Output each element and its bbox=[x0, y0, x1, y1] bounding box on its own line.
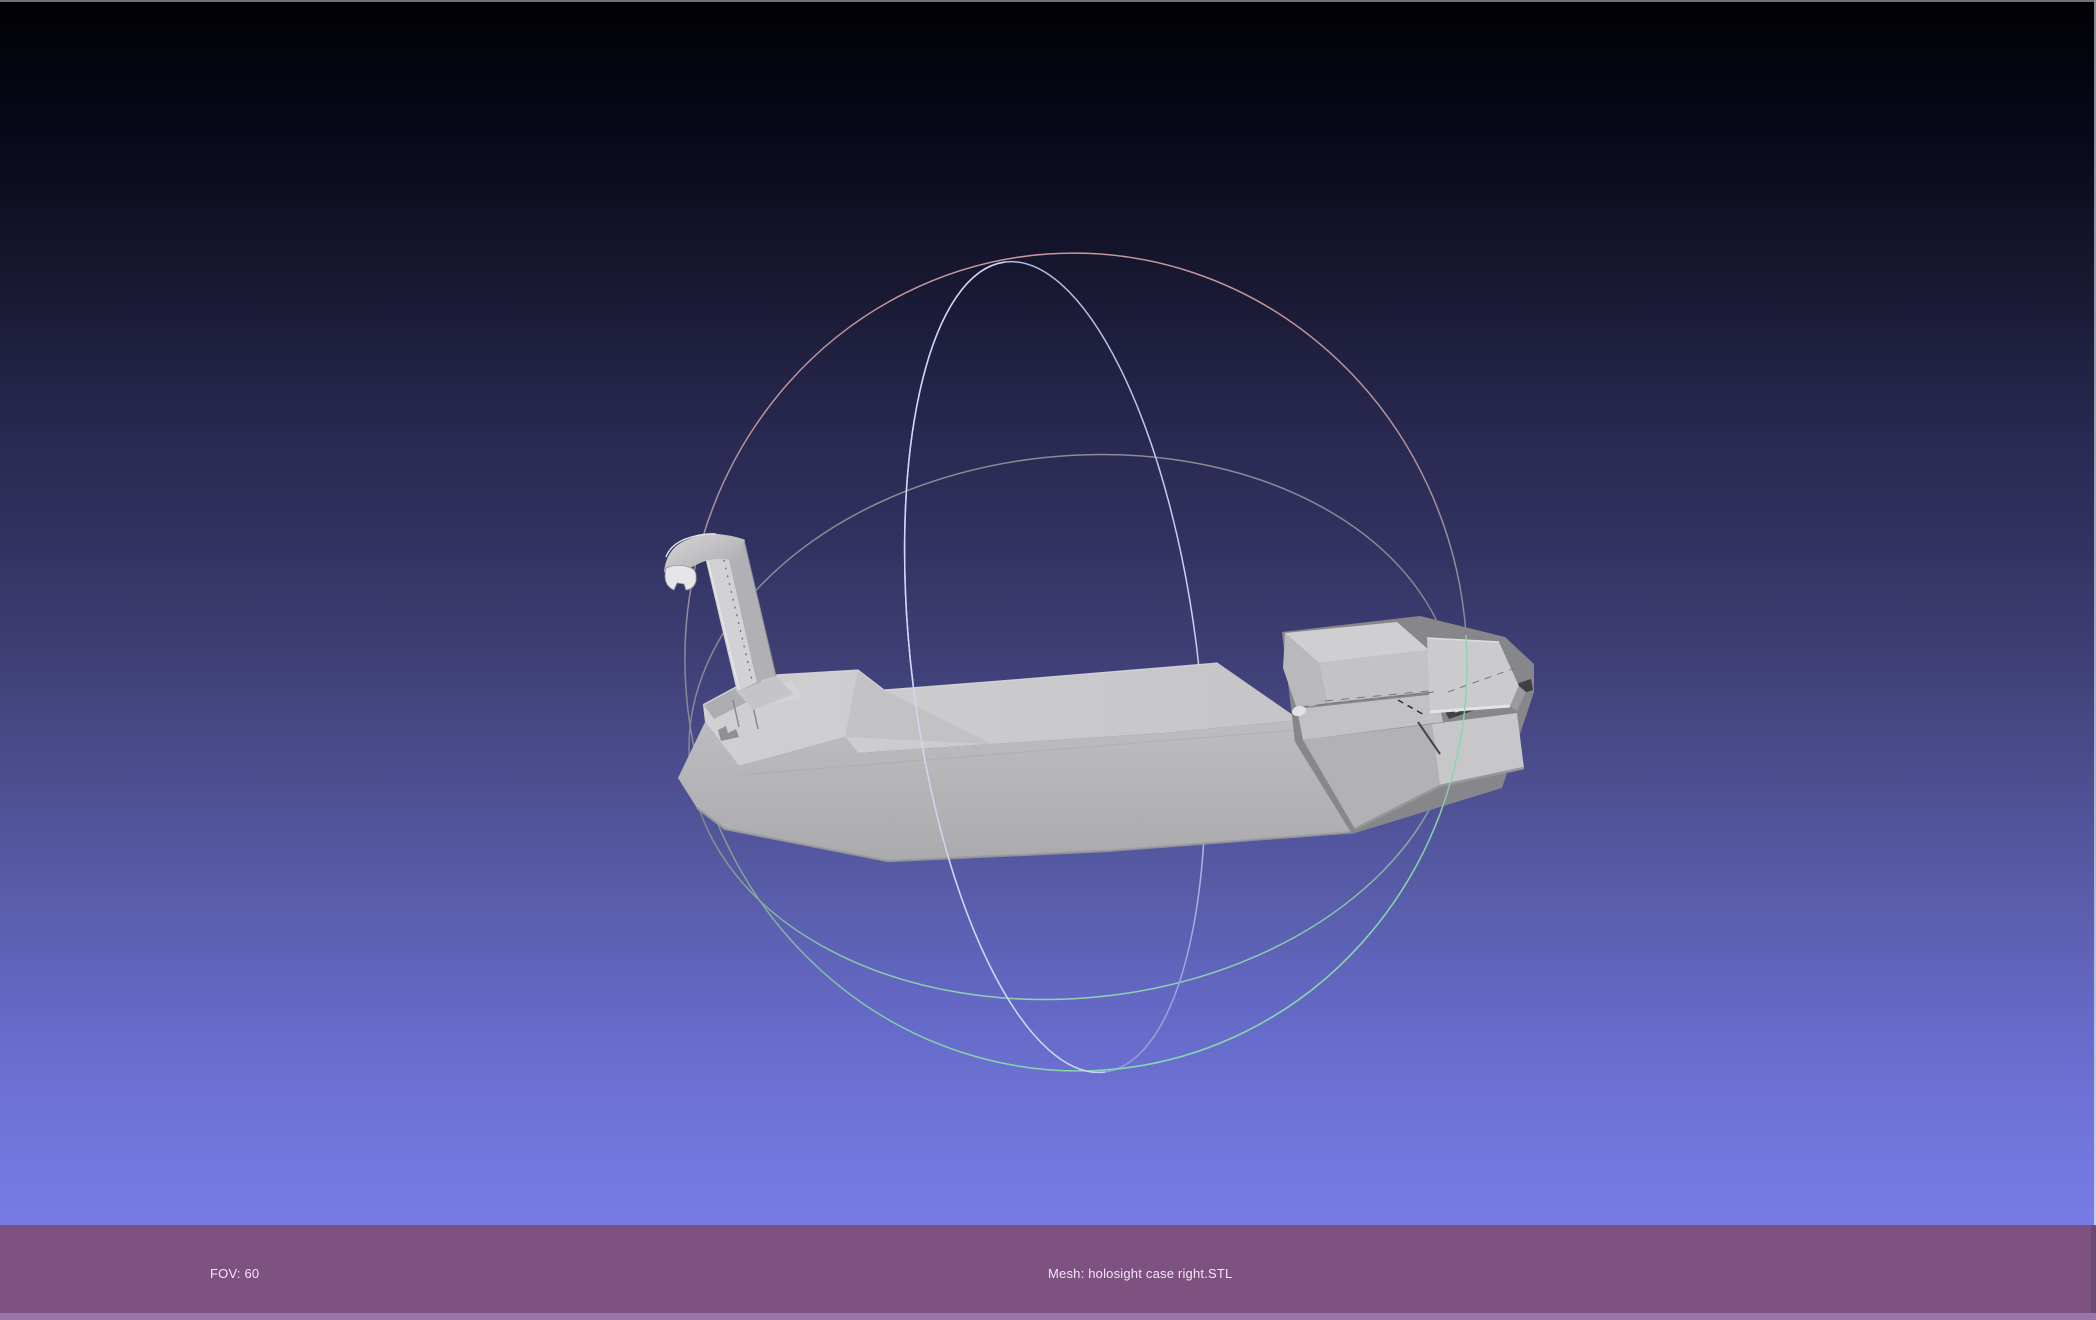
status-bar: FOV: 60 FPS: 70.4 BO_RENDERING Mesh: hol… bbox=[0, 1225, 2096, 1320]
gl-3d-canvas[interactable] bbox=[0, 0, 2096, 1320]
wedge-top-face bbox=[1432, 713, 1524, 786]
hud-render-info: FOV: 60 FPS: 70.4 BO_RENDERING bbox=[210, 1230, 316, 1320]
window-top-border bbox=[0, 0, 2096, 2]
mesh-name-label: Mesh: holosight case right.STL bbox=[1048, 1265, 1233, 1281]
trackball-front-arc-blue bbox=[903, 261, 1106, 1074]
bottom-strip bbox=[0, 1313, 2096, 1320]
meshlab-viewport-window: FOV: 60 FPS: 70.4 BO_RENDERING Mesh: hol… bbox=[0, 0, 2096, 1320]
hud-mesh-info: Mesh: holosight case right.STL Vertices:… bbox=[1048, 1230, 1232, 1320]
status-bar-right-shade bbox=[2091, 1225, 2096, 1320]
fov-label: FOV: 60 bbox=[210, 1265, 260, 1281]
mesh-model bbox=[664, 533, 1534, 863]
hook-cap-end-face bbox=[664, 564, 697, 591]
